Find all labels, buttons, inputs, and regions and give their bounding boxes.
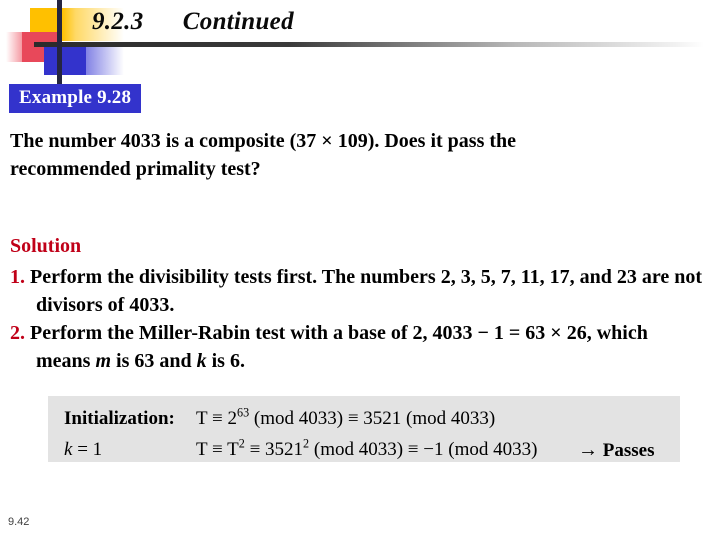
example-badge: Example 9.28	[9, 84, 142, 114]
example-statement: The number 4033 is a composite (37 × 109…	[10, 127, 703, 184]
example-statement-line-1: The number 4033 is a composite (37 × 109…	[10, 130, 517, 152]
list-item-number: 2.	[10, 322, 25, 345]
list-item: 1. Perform the divisibility tests first.…	[10, 264, 705, 319]
init-expr-pre: T ≡ 2	[196, 408, 237, 429]
solution-list: 1. Perform the divisibility tests first.…	[10, 264, 705, 376]
init-expr-post: (mod 4033) ≡ 3521 (mod 4033)	[249, 408, 496, 429]
initialization-expression: T ≡ 263 (mod 4033) ≡ 3521 (mod 4033)	[196, 405, 496, 429]
iteration-expression: T ≡ T2 ≡ 35212 (mod 4033) ≡ −1 (mod 4033…	[196, 438, 538, 460]
variable-k: k	[196, 349, 207, 372]
list-item-text-part2: is 63 and	[111, 349, 197, 372]
example-statement-line-2: recommended primality test?	[10, 158, 261, 181]
list-item-text-part3: is 6.	[206, 349, 245, 372]
result-label: Passes	[602, 440, 655, 461]
row2-mid: ≡ 3521	[244, 439, 304, 460]
row2-post: (mod 4033) ≡ −1 (mod 4033)	[309, 439, 538, 460]
k-counter-label: k = 1	[64, 440, 102, 459]
page-title: 9.2.3 Continued	[92, 8, 294, 35]
list-item-text: Perform the divisibility tests first. Th…	[30, 266, 703, 316]
k-counter-value: = 1	[72, 439, 103, 460]
solution-heading: Solution	[10, 235, 82, 257]
list-item-number: 1.	[10, 266, 25, 288]
list-item: 2. Perform the Miller-Rabin test with a …	[10, 320, 705, 375]
variable-m: m	[95, 349, 112, 372]
computation-box: Initialization: T ≡ 263 (mod 4033) ≡ 352…	[48, 396, 680, 462]
vertical-rule	[57, 0, 62, 88]
right-arrow-icon: →	[578, 439, 598, 461]
horizontal-rule	[34, 42, 704, 47]
result-annotation: → Passes	[578, 440, 654, 460]
init-exponent: 63	[236, 405, 250, 420]
row2-pre: T ≡ T	[196, 439, 239, 460]
initialization-label: Initialization:	[64, 408, 175, 429]
slide-number: 9.42	[8, 516, 30, 528]
